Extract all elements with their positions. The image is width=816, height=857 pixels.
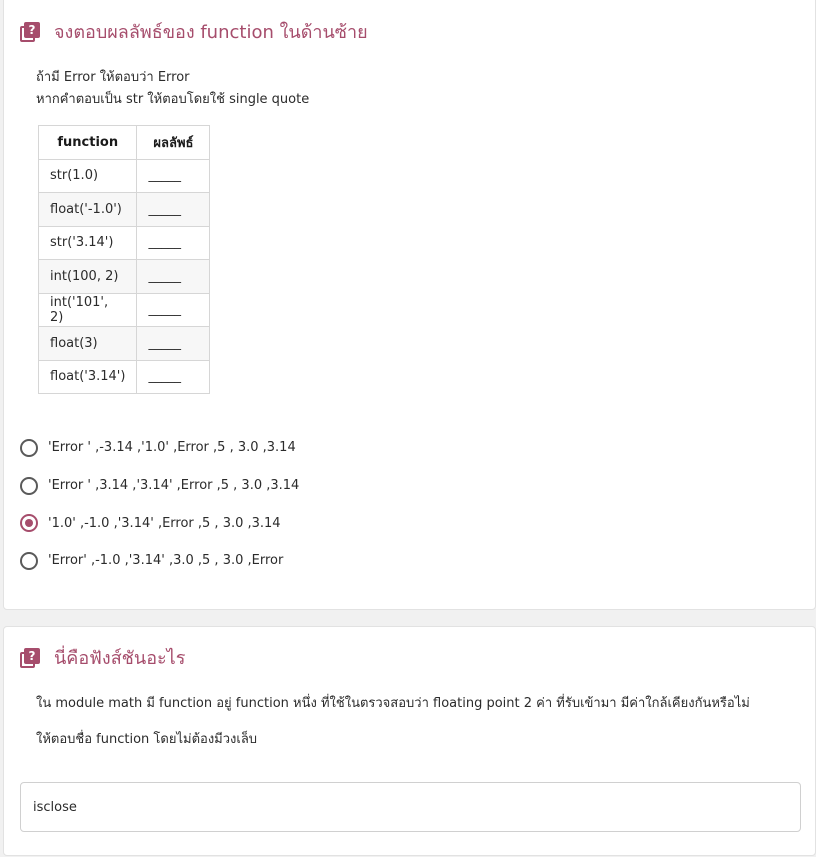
function-cell: str(1.0)	[37, 158, 138, 193]
question-instruction: ให้ตอบชื่อ function โดยไม่ต้องมีวงเล็บ	[36, 732, 258, 747]
radio-button[interactable]	[20, 551, 38, 570]
result-cell: _____	[136, 259, 211, 294]
table-row: float('3.14') _____	[37, 359, 211, 394]
option-label: 'Error ' ,3.14 ,'3.14' ,Error ,5 , 3.0 ,…	[48, 478, 300, 494]
option-label: 'Error ' ,-3.14 ,'1.0' ,Error ,5 , 3.0 ,…	[48, 440, 296, 456]
answer-input[interactable]	[20, 782, 801, 832]
function-cell: int(100, 2)	[37, 259, 138, 294]
table-row: int(100, 2) _____	[37, 259, 211, 294]
instruction-line: หากคำตอบเป็น str ให้ตอบโดยใช้ single quo…	[36, 92, 310, 107]
answer-option-3[interactable]: '1.0' ,-1.0 ,'3.14' ,Error ,5 , 3.0 ,3.1…	[20, 504, 299, 542]
table-row: str(1.0) _____	[37, 158, 211, 193]
column-header-result: ผลลัพธ์	[136, 125, 211, 160]
table-header-row: function ผลลัพธ์	[37, 125, 211, 160]
radio-button[interactable]	[20, 476, 38, 495]
function-cell: int('101', 2)	[37, 292, 138, 327]
option-label: '1.0' ,-1.0 ,'3.14' ,Error ,5 , 3.0 ,3.1…	[48, 515, 281, 531]
answer-option-1[interactable]: 'Error ' ,-3.14 ,'1.0' ,Error ,5 , 3.0 ,…	[20, 429, 299, 467]
result-cell: _____	[136, 326, 211, 361]
function-table: function ผลลัพธ์ str(1.0) _____ float('-…	[37, 125, 211, 394]
question-instructions: ถ้ามี Error ให้ตอบว่า Error หากคำตอบเป็น…	[36, 67, 309, 111]
answer-option-4[interactable]: 'Error' ,-1.0 ,'3.14' ,3.0 ,5 , 3.0 ,Err…	[20, 542, 299, 580]
result-cell: _____	[136, 192, 211, 227]
table-row: float('-1.0') _____	[37, 192, 211, 227]
question-card-1: ? จงตอบผลลัพธ์ของ function ในด้านซ้าย ถ้…	[3, 0, 816, 610]
question-header: ? จงตอบผลลัพธ์ของ function ในด้านซ้าย	[20, 17, 368, 46]
question-header: ? นี่คือฟังส์ชันอะไร	[20, 643, 185, 672]
radio-button-selected[interactable]	[20, 514, 38, 533]
result-cell: _____	[136, 158, 211, 193]
question-description: ใน module math มี function อยู่ function…	[36, 696, 750, 711]
question-title: จงตอบผลลัพธ์ของ function ในด้านซ้าย	[54, 22, 368, 43]
table-row: int('101', 2) _____	[37, 292, 211, 327]
result-cell: _____	[136, 225, 211, 260]
function-cell: str('3.14')	[37, 225, 138, 260]
function-cell: float('3.14')	[37, 359, 138, 394]
question-icon: ?	[20, 21, 40, 42]
question-title: นี่คือฟังส์ชันอะไร	[54, 648, 186, 669]
answer-option-2[interactable]: 'Error ' ,3.14 ,'3.14' ,Error ,5 , 3.0 ,…	[20, 467, 299, 505]
table-row: float(3) _____	[37, 326, 211, 361]
question-card-2: ? นี่คือฟังส์ชันอะไร ใน module math มี f…	[3, 626, 816, 856]
result-cell: _____	[136, 292, 211, 327]
instruction-line: ถ้ามี Error ให้ตอบว่า Error	[36, 70, 190, 85]
column-header-function: function	[37, 125, 138, 160]
question-icon: ?	[20, 647, 40, 668]
function-cell: float(3)	[37, 326, 138, 361]
radio-button[interactable]	[20, 438, 38, 457]
function-cell: float('-1.0')	[37, 192, 138, 227]
table-row: str('3.14') _____	[37, 225, 211, 260]
result-cell: _____	[136, 359, 211, 394]
option-label: 'Error' ,-1.0 ,'3.14' ,3.0 ,5 , 3.0 ,Err…	[48, 553, 284, 569]
answer-options: 'Error ' ,-3.14 ,'1.0' ,Error ,5 , 3.0 ,…	[20, 429, 299, 580]
